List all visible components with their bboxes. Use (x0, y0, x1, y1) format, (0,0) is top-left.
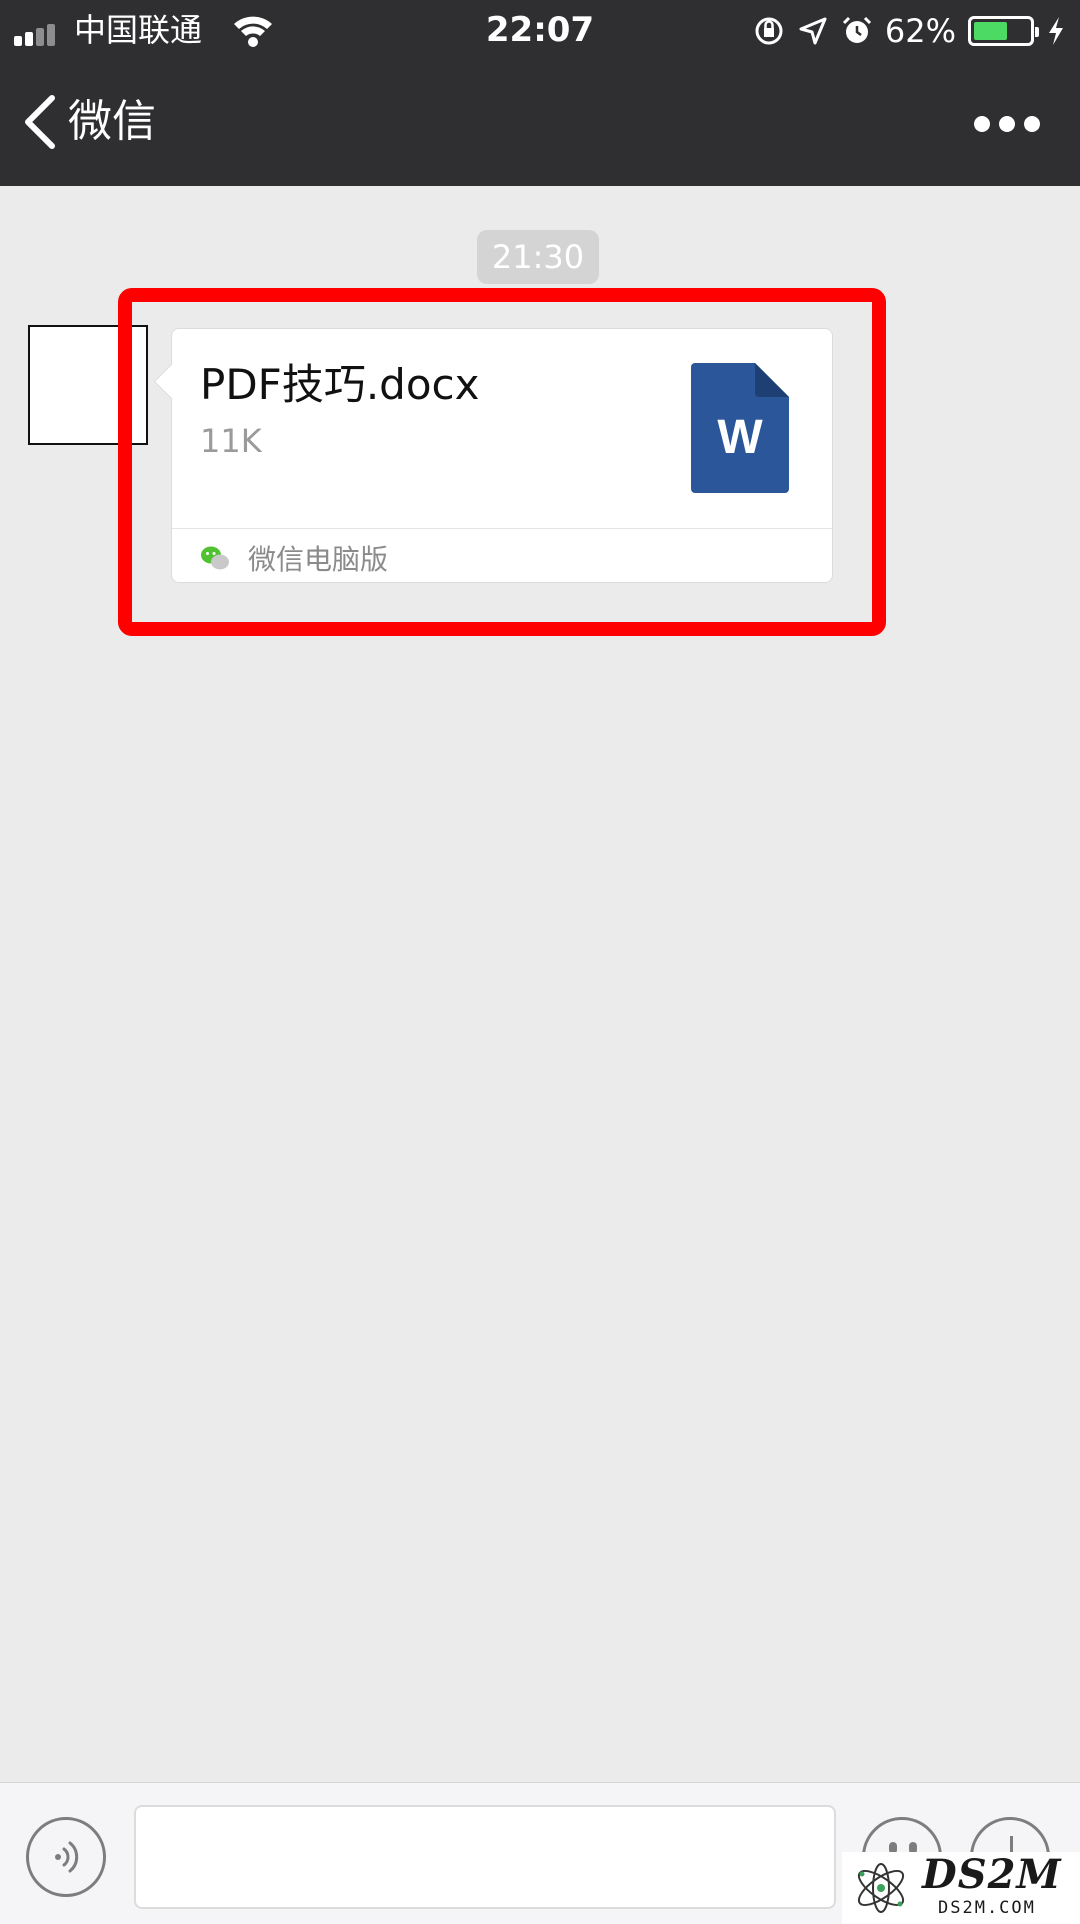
battery-level-fill (974, 22, 1008, 40)
back-label: 微信 (68, 96, 156, 147)
top-bar: 中国联通 22:07 62% 微信 (0, 0, 1080, 186)
charging-icon (1049, 17, 1063, 45)
location-icon (799, 17, 827, 45)
message-timestamp: 21:30 (477, 230, 599, 284)
status-bar: 中国联通 22:07 62% (0, 0, 1080, 62)
status-icons: 62% (753, 10, 1066, 52)
watermark-url: DS2M.COM (938, 1898, 1036, 1918)
voice-icon (55, 1841, 79, 1873)
orientation-lock-icon (755, 17, 783, 45)
more-dots-icon[interactable] (974, 104, 1040, 144)
highlight-box (118, 288, 886, 636)
battery-percentage: 62% (884, 12, 956, 50)
nav-bar: 微信 (0, 62, 1080, 186)
battery-icon (968, 16, 1039, 46)
chevron-left-icon (25, 95, 55, 149)
watermark: DS2M DS2M.COM (842, 1852, 1080, 1924)
alarm-icon (842, 16, 871, 43)
chat-screen: 中国联通 22:07 62% 微信 21:30 PDF技巧.docx 11K W… (0, 0, 1080, 1924)
atom-logo-icon (857, 1863, 905, 1913)
voice-button[interactable] (26, 1817, 106, 1897)
back-button[interactable]: 微信 (22, 90, 156, 154)
message-input[interactable] (134, 1805, 836, 1909)
watermark-brand: DS2M (922, 1851, 1062, 1898)
